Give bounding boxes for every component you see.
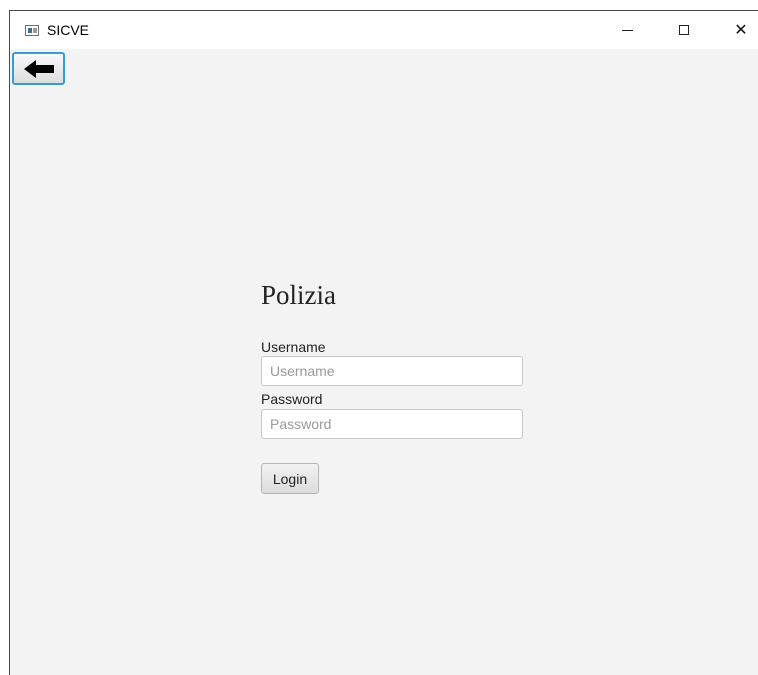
title-bar[interactable]: SICVE ✕	[10, 11, 758, 49]
window-title: SICVE	[47, 22, 90, 38]
login-button[interactable]: Login	[261, 463, 319, 494]
password-input[interactable]	[261, 409, 523, 439]
username-label: Username	[261, 339, 326, 355]
username-input[interactable]	[261, 356, 523, 386]
back-button[interactable]	[12, 52, 65, 85]
arrow-left-icon	[23, 59, 54, 78]
minimize-icon	[621, 29, 633, 31]
close-icon: ✕	[734, 22, 748, 39]
app-window-icon	[25, 25, 39, 36]
close-button[interactable]: ✕	[718, 11, 758, 49]
maximize-icon	[679, 25, 689, 35]
page-title: Polizia	[261, 280, 336, 310]
minimize-button[interactable]	[604, 11, 650, 49]
maximize-button[interactable]	[661, 11, 707, 49]
app-window: SICVE ✕ Polizia Username Password Login	[9, 10, 758, 675]
password-label: Password	[261, 391, 323, 407]
